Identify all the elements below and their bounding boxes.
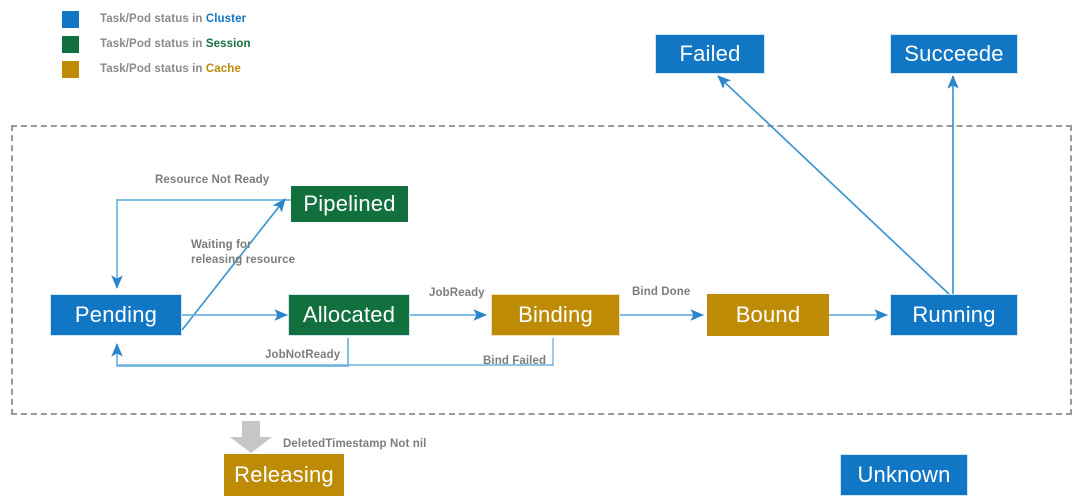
edge-label-waiting-for-releasing-resource: Waiting for releasing resource [191,238,295,268]
node-unknown[interactable]: Unknown [840,454,968,496]
node-bound-label: Bound [735,302,801,327]
edge-label-job-ready: JobReady [429,287,485,299]
node-unknown-label: Unknown [857,462,951,487]
edge-label-resource-not-ready: Resource Not Ready [155,174,270,186]
legend-scope-cache: Cache [205,63,241,75]
edge-label-deleted-timestamp: DeletedTimestamp Not nil [283,438,427,450]
node-binding[interactable]: Binding [491,294,620,336]
node-running[interactable]: Running [890,294,1018,336]
node-pipelined-label: Pipelined [303,191,396,216]
node-pending[interactable]: Pending [50,294,182,336]
legend-item-cache: Task/Pod status in Cache [62,58,251,80]
node-pipelined[interactable]: Pipelined [291,186,408,222]
legend-label-cache: Task/Pod status in Cache [100,63,241,75]
cache-swatch [62,60,79,78]
state-diagram-canvas: Task/Pod status in Cluster Task/Pod stat… [0,0,1080,500]
node-running-label: Running [912,302,996,327]
legend: Task/Pod status in Cluster Task/Pod stat… [62,8,251,83]
node-failed[interactable]: Failed [655,34,765,74]
legend-label-cluster: Task/Pod status in Cluster [100,13,247,25]
edge-label-waiting-line2: releasing resource [191,254,296,266]
node-binding-label: Binding [518,302,593,327]
node-pending-label: Pending [74,302,158,327]
session-swatch [62,35,79,53]
node-releasing-label: Releasing [234,462,334,487]
edge-label-bind-failed: Bind Failed [483,355,547,367]
legend-item-cluster: Task/Pod status in Cluster [62,8,251,30]
node-succeede[interactable]: Succeede [890,34,1018,74]
edge-label-job-not-ready: JobNotReady [265,349,341,361]
cluster-swatch [62,10,79,28]
legend-scope-cluster: Cluster [205,13,247,25]
legend-label-session: Task/Pod status in Session [100,38,251,50]
node-allocated[interactable]: Allocated [288,294,410,336]
edge-label-bind-done: Bind Done [632,286,691,298]
legend-item-session: Task/Pod status in Session [62,33,251,55]
node-releasing[interactable]: Releasing [224,454,344,496]
deleted-timestamp-block-arrow-icon [230,421,272,453]
node-allocated-label: Allocated [302,302,396,327]
node-bound[interactable]: Bound [707,294,829,336]
node-failed-label: Failed [679,41,741,66]
scheduler-scope-boundary [11,125,1072,415]
legend-scope-session: Session [205,38,251,50]
node-succeede-label: Succeede [904,41,1004,66]
edge-label-waiting-line1: Waiting for [191,239,252,251]
